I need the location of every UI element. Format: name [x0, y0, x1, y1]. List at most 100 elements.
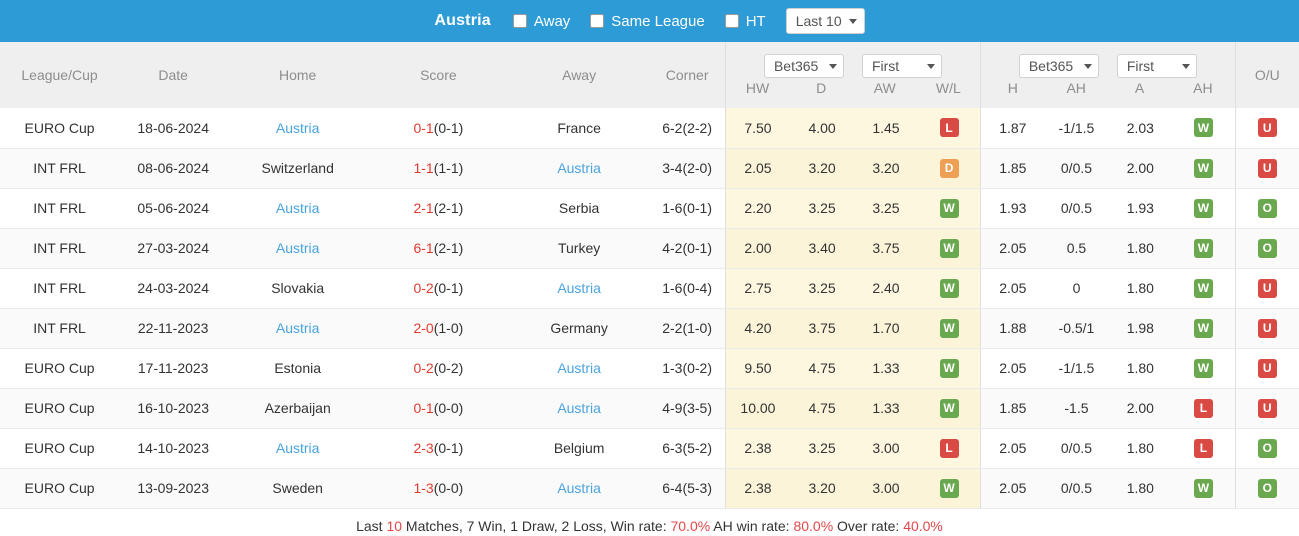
home-team-name[interactable]: Austria — [276, 200, 320, 216]
col-header-a: A — [1134, 80, 1145, 96]
table-row[interactable]: INT FRL 27-03-2024 Austria 6-1(2-1) Turkey 4-… — [0, 228, 1299, 269]
cell-home-team[interactable]: Austria — [227, 428, 369, 469]
cell-ah-result: W — [1172, 148, 1236, 189]
table-row[interactable]: EURO Cup 17-11-2023 Estonia 0-2(0-2) Austria… — [0, 348, 1299, 389]
cell-home-team[interactable]: Austria — [227, 308, 369, 349]
checkbox-away[interactable] — [512, 14, 527, 28]
period-select-1x2[interactable]: First — [861, 54, 942, 78]
bookmaker-select-ah[interactable]: Bet365 — [1018, 54, 1099, 78]
away-team-name[interactable]: Austria — [557, 360, 601, 376]
cell-away-team[interactable]: Austria — [508, 468, 650, 509]
cell-away-team[interactable]: Austria — [508, 148, 650, 189]
result-badge: L — [939, 118, 959, 138]
home-team-name[interactable]: Austria — [276, 320, 320, 336]
cell-corner: 4-9(3-5) — [649, 388, 726, 429]
cell-score[interactable]: 0-1(0-1) — [368, 108, 509, 149]
table-row[interactable]: INT FRL 22-11-2023 Austria 2-0(1-0) Germany 2… — [0, 308, 1299, 349]
table-row[interactable]: INT FRL 05-06-2024 Austria 2-1(2-1) Serbia 1-… — [0, 188, 1299, 229]
cell-ah-handicap: 0 — [1044, 268, 1109, 309]
cell-away-team[interactable]: France — [508, 108, 650, 149]
home-team-name[interactable]: Austria — [276, 240, 320, 256]
corner-value: 6-4(5-3) — [662, 480, 712, 496]
table-row[interactable]: EURO Cup 13-09-2023 Sweden 1-3(0-0) Austria 6… — [0, 468, 1299, 509]
filter-same-league[interactable]: Same League — [590, 13, 705, 30]
result-badge: W — [939, 238, 959, 258]
cell-ou-result: U — [1234, 388, 1299, 429]
cell-score[interactable]: 1-3(0-0) — [368, 468, 509, 509]
score-fulltime: 0-2 — [413, 280, 434, 296]
table-row[interactable]: EURO Cup 16-10-2023 Azerbaijan 0-1(0-0) Aust… — [0, 388, 1299, 429]
cell-ah-result: L — [1172, 388, 1236, 429]
cell-home-team[interactable]: Austria — [227, 228, 369, 269]
home-team-name: Slovakia — [271, 280, 325, 296]
away-team-name[interactable]: Austria — [557, 480, 601, 496]
ah-handicap-value: 0 — [1072, 280, 1081, 296]
cell-odds-hw: 9.50 — [724, 348, 791, 389]
odds-draw: 3.40 — [808, 240, 836, 256]
cell-wl: W — [917, 468, 981, 509]
table-row[interactable]: INT FRL 08-06-2024 Switzerland 1-1(1-1) Aust… — [0, 148, 1299, 189]
cell-ou-result: O — [1234, 468, 1299, 509]
cell-score[interactable]: 0-1(0-0) — [368, 388, 509, 429]
cell-ah-home-odds: 2.05 — [980, 268, 1045, 309]
cell-away-team[interactable]: Austria — [508, 268, 650, 309]
match-count-select[interactable]: Last 10 — [785, 8, 865, 34]
cell-home-team[interactable]: Slovakia — [227, 268, 369, 309]
cell-home-team[interactable]: Austria — [227, 108, 369, 149]
home-team-name[interactable]: Austria — [276, 440, 320, 456]
cell-date: 14-10-2023 — [119, 428, 228, 469]
cell-away-team[interactable]: Serbia — [508, 188, 650, 229]
ah-home-odds: 2.05 — [999, 440, 1027, 456]
corner-value: 3-4(2-0) — [662, 160, 712, 176]
table-row[interactable]: EURO Cup 18-06-2024 Austria 0-1(0-1) France 6… — [0, 108, 1299, 149]
cell-home-team[interactable]: Sweden — [227, 468, 369, 509]
checkbox-ht[interactable] — [724, 14, 739, 28]
odds-away-win: 2.40 — [872, 280, 900, 296]
away-team-name[interactable]: Austria — [557, 280, 601, 296]
away-team-name[interactable]: Austria — [557, 400, 601, 416]
cell-ah-home-odds: 1.87 — [980, 108, 1045, 149]
odds-home-win: 2.05 — [744, 160, 772, 176]
home-team-name: Sweden — [272, 480, 323, 496]
cell-odds-hw: 2.05 — [724, 148, 791, 189]
table-row[interactable]: INT FRL 24-03-2024 Slovakia 0-2(0-1) Austria… — [0, 268, 1299, 309]
cell-home-team[interactable]: Austria — [227, 188, 369, 229]
cell-away-team[interactable]: Turkey — [508, 228, 650, 269]
cell-score[interactable]: 2-0(1-0) — [368, 308, 509, 349]
cell-score[interactable]: 2-1(2-1) — [368, 188, 509, 229]
home-team-name[interactable]: Austria — [276, 120, 320, 136]
cell-odds-hw: 2.00 — [724, 228, 791, 269]
ah-away-odds: 1.80 — [1126, 440, 1154, 456]
result-badge: U — [1257, 118, 1277, 138]
filter-ht[interactable]: HT — [724, 12, 766, 30]
cell-home-team[interactable]: Switzerland — [227, 148, 369, 189]
odds-draw: 3.25 — [808, 440, 836, 456]
cell-away-team[interactable]: Austria — [508, 388, 650, 429]
cell-score[interactable]: 6-1(2-1) — [368, 228, 509, 269]
cell-home-team[interactable]: Estonia — [227, 348, 369, 389]
cell-score[interactable]: 2-3(0-1) — [368, 428, 509, 469]
cell-ah-home-odds: 2.05 — [980, 228, 1045, 269]
table-row[interactable]: EURO Cup 14-10-2023 Austria 2-3(0-1) Belgium… — [0, 428, 1299, 469]
cell-home-team[interactable]: Azerbaijan — [227, 388, 369, 429]
ah-handicap-value: -0.5/1 — [1058, 320, 1095, 336]
bookmaker-select-1x2[interactable]: Bet365 — [763, 54, 844, 78]
cell-away-team[interactable]: Austria — [508, 348, 650, 389]
cell-date: 22-11-2023 — [119, 308, 228, 349]
cell-corner: 3-4(2-0) — [649, 148, 726, 189]
summary-over-rate: 40.0% — [903, 517, 943, 534]
away-team-name[interactable]: Austria — [557, 160, 601, 176]
corner-value: 1-6(0-4) — [662, 280, 712, 296]
cell-score[interactable]: 0-2(0-2) — [368, 348, 509, 389]
cell-score[interactable]: 1-1(1-1) — [368, 148, 509, 189]
filter-ht-label: HT — [745, 12, 766, 30]
cell-score[interactable]: 0-2(0-1) — [368, 268, 509, 309]
cell-away-team[interactable]: Belgium — [508, 428, 650, 469]
checkbox-same-league[interactable] — [590, 14, 605, 28]
score-halftime: (0-1) — [433, 280, 464, 296]
filter-away[interactable]: Away — [512, 13, 570, 30]
cell-away-team[interactable]: Germany — [508, 308, 650, 349]
cell-ah-handicap: -0.5/1 — [1044, 308, 1109, 349]
cell-wl: W — [917, 228, 981, 269]
period-select-ah[interactable]: First — [1116, 54, 1197, 78]
